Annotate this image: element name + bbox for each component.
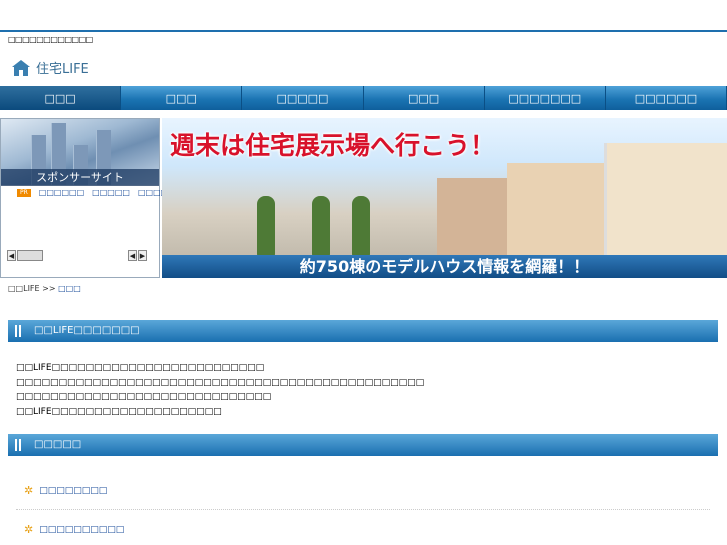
divider <box>16 509 710 510</box>
main-nav: □□□ □□□ □□□□□ □□□ □□□□□□□ □□□□□□ <box>0 86 727 110</box>
site-logo[interactable]: 住宅LIFE <box>12 58 89 77</box>
star-bullet-icon: ✲ <box>24 484 34 497</box>
text-line: □□□□□□□□□□□□□□□□□□□□□□□□□□□□□□ <box>16 392 272 402</box>
hero-house <box>437 178 507 258</box>
top-rule <box>0 30 727 32</box>
hero-tree <box>257 196 275 256</box>
nav-item-5[interactable]: □□□□□□□ <box>484 86 606 110</box>
list-item-label[interactable]: □□□□□□□□ <box>39 486 107 496</box>
hero-house <box>507 163 607 258</box>
list-item[interactable]: ✲ □□□□□□□□ <box>24 484 107 497</box>
house-icon <box>12 59 30 76</box>
sponsor-link-1[interactable]: □□□□□□ <box>39 188 84 197</box>
hero-banner[interactable]: 週末は住宅展示場へ行こう！ 約750棟のモデルハウス情報を網羅！！ <box>162 118 727 278</box>
hero-caption: 約750棟のモデルハウス情報を網羅！！ <box>162 255 727 278</box>
nav-item-2[interactable]: □□□ <box>121 86 243 110</box>
nav-item-6[interactable]: □□□□□□ <box>605 86 727 110</box>
site-tagline: □□□□□□□□□□□□ <box>8 35 93 44</box>
breadcrumb-root[interactable]: □□LIFE >> <box>8 284 56 293</box>
logo-text: 住宅LIFE <box>36 62 89 77</box>
bars-icon <box>15 325 17 337</box>
pr-badge: PR <box>17 188 31 197</box>
nav-item-1[interactable]: □□□ <box>0 86 122 110</box>
bars-icon <box>15 439 17 451</box>
scroll-right-icon[interactable]: ▶ <box>138 250 147 261</box>
sponsor-link-2[interactable]: □□□□□ <box>92 188 130 197</box>
hero-tree <box>352 196 370 256</box>
sponsor-scrollbar[interactable]: ◀ ◀ ▶ <box>7 250 153 261</box>
scroll-thumb[interactable] <box>17 250 43 261</box>
text-line: □□□□□□□□□□□□□□□□□□□□□□□□□□□□□□□□□□□□□□□□… <box>16 377 425 388</box>
section-heading-about: □□LIFE□□□□□□□ <box>8 320 718 342</box>
text-line: □□LIFE□□□□□□□□□□□□□□□□□□□□ <box>16 406 222 417</box>
breadcrumb-current[interactable]: □□□ <box>58 284 81 293</box>
text-line: □□LIFE□□□□□□□□□□□□□□□□□□□□□□□□□ <box>16 363 265 373</box>
star-bullet-icon: ✲ <box>24 523 34 536</box>
list-item-label[interactable]: □□□□□□□□□□ <box>39 525 124 535</box>
section-title: □□LIFE□□□□□□□ <box>34 325 140 336</box>
breadcrumb: □□LIFE >> □□□ <box>8 284 81 293</box>
scroll-left-icon-2[interactable]: ◀ <box>128 250 137 261</box>
hero-headline: 週末は住宅展示場へ行こう！ <box>170 131 496 160</box>
sponsor-box: スポンサーサイト PR □□□□□□ □□□□□ □□□□□□□ ◀ ◀ ▶ <box>0 118 191 278</box>
section-title: □□□□□ <box>34 439 82 450</box>
sponsor-title: スポンサーサイト <box>1 169 159 186</box>
about-text: □□LIFE□□□□□□□□□□□□□□□□□□□□□□□□□ □□□□□□□□… <box>16 361 424 419</box>
section-heading-menu: □□□□□ <box>8 434 718 456</box>
hero-house <box>604 143 727 258</box>
list-item[interactable]: ✲ □□□□□□□□□□ <box>24 523 124 536</box>
nav-item-3[interactable]: □□□□□ <box>242 86 364 110</box>
hero-tree <box>312 196 330 256</box>
scroll-left-icon[interactable]: ◀ <box>7 250 16 261</box>
nav-item-4[interactable]: □□□ <box>363 86 485 110</box>
